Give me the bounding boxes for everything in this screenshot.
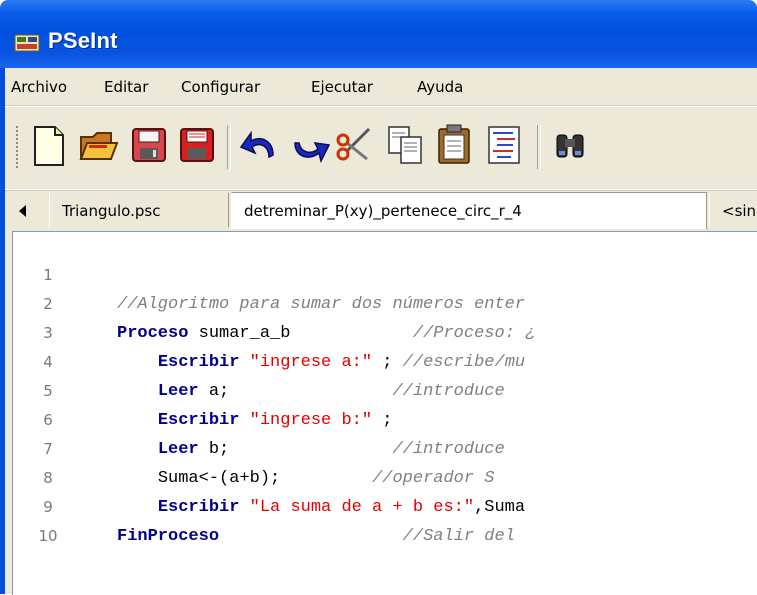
tab-sin-nombre[interactable]: <sin	[709, 193, 757, 227]
undo-icon[interactable]	[237, 121, 281, 171]
menu-editar[interactable]: Editar	[104, 78, 148, 96]
title-bar[interactable]: PSeInt	[0, 0, 757, 68]
save-icon[interactable]	[127, 121, 171, 171]
pseint-app-icon	[14, 32, 40, 54]
code-line: 10	[13, 493, 757, 545]
code-editor[interactable]: 1 //Algoritmo para sumar dos números ent…	[12, 231, 757, 595]
new-file-icon[interactable]	[27, 121, 71, 171]
code-line: 8 Escribir "La suma de a + b es:",Suma	[13, 435, 757, 517]
tab-scroll-left-icon[interactable]	[19, 205, 26, 217]
cut-icon[interactable]	[333, 121, 377, 171]
code-line: 4 Leer a; //introduce	[13, 319, 757, 401]
save-as-icon[interactable]	[175, 121, 219, 171]
tab-strip: Triangulo.psc detreminar_P(xy)_pertenece…	[5, 190, 757, 231]
menu-ejecutar[interactable]: Ejecutar	[311, 78, 373, 96]
editor-border	[5, 231, 12, 594]
find-icon[interactable]	[549, 121, 593, 171]
menu-archivo[interactable]: Archivo	[11, 78, 67, 96]
code-line: 1 //Algoritmo para sumar dos números ent…	[13, 232, 757, 314]
open-folder-icon[interactable]	[77, 121, 121, 171]
line-number: 10	[38, 527, 58, 545]
code-line: 9 FinProceso //Salir del	[13, 464, 757, 546]
paste-icon[interactable]	[433, 121, 477, 171]
tab-triangulo[interactable]: Triangulo.psc	[49, 193, 229, 227]
menu-configurar[interactable]: Configurar	[181, 78, 260, 96]
code-line: 3 Escribir "ingrese a:" ; //escribe/mu	[13, 290, 757, 372]
code-line: 7 Suma<-(a+b); //operador S	[13, 406, 757, 488]
menu-ayuda[interactable]: Ayuda	[417, 78, 463, 96]
toolbar	[5, 106, 757, 189]
menu-bar: Archivo Editar Configurar Ejecutar Ayuda	[5, 68, 757, 106]
window-title: PSeInt	[48, 28, 118, 53]
code-line: 2 Proceso sumar_a_b //Proceso: ¿	[13, 261, 757, 343]
indent-icon[interactable]	[483, 121, 527, 171]
toolbar-grip[interactable]	[15, 125, 19, 169]
redo-icon[interactable]	[287, 121, 331, 171]
tab-detreminar[interactable]: detreminar_P(xy)_pertenece_circ_r_4	[231, 192, 707, 229]
code-line: 6 Leer b; //introduce	[13, 377, 757, 459]
code-line: 5 Escribir "ingrese b:" ;	[13, 348, 757, 430]
toolbar-separator	[227, 125, 231, 169]
toolbar-separator	[537, 125, 541, 169]
copy-icon[interactable]	[383, 121, 427, 171]
code-text: FinProceso //Salir del	[117, 527, 515, 546]
